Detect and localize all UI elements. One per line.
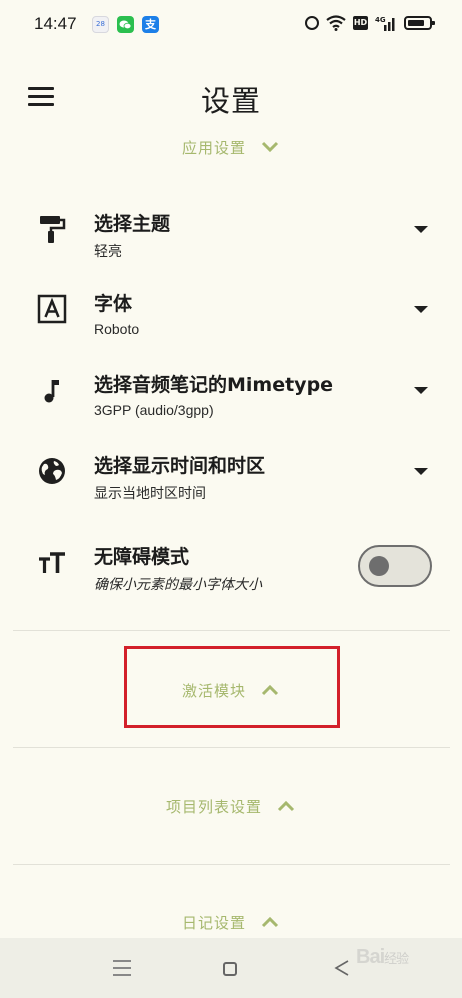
dropdown-arrow-icon[interactable] — [414, 306, 428, 313]
back-icon[interactable] — [334, 959, 350, 977]
setting-title: 选择主题 — [94, 213, 171, 235]
calendar-notification-icon: 28 — [92, 16, 109, 33]
setting-title: 无障碍模式 — [94, 546, 190, 568]
alarm-icon — [305, 16, 319, 30]
battery-icon — [404, 16, 435, 30]
section-label: 应用设置 — [181, 138, 246, 157]
accessibility-toggle[interactable] — [358, 545, 432, 587]
watermark-suffix: 经验 — [384, 951, 409, 966]
dropdown-arrow-icon[interactable] — [414, 387, 428, 394]
setting-value: 3GPP (audio/3gpp) — [94, 402, 214, 418]
watermark-text: Bai — [356, 946, 385, 968]
divider — [13, 630, 450, 631]
network-type-label: 4G — [375, 16, 386, 24]
setting-title: 选择显示时间和时区 — [94, 455, 266, 477]
signal-icon: 4G — [375, 16, 395, 31]
setting-audio-mimetype[interactable]: 选择音频笔记的Mimetype 3GPP (audio/3gpp) — [0, 364, 462, 436]
setting-value: 显示当地时区时间 — [94, 485, 206, 501]
recents-icon[interactable] — [113, 960, 131, 976]
setting-font[interactable]: 字体 Roboto — [0, 283, 462, 355]
status-bar: 14:47 28 支 HD 4G — [0, 0, 462, 52]
music-note-icon — [44, 380, 59, 403]
setting-title: 选择音频笔记的Mimetype — [94, 374, 334, 396]
setting-title: 字体 — [94, 293, 133, 315]
divider — [13, 864, 450, 865]
section-header-diary-settings[interactable]: 日记设置 — [0, 902, 462, 942]
home-icon[interactable] — [223, 962, 237, 976]
dropdown-arrow-icon[interactable] — [414, 226, 428, 233]
chevron-down-icon — [261, 141, 279, 153]
status-icons: HD 4G — [305, 15, 435, 31]
setting-theme[interactable]: 选择主题 轻亮 — [0, 203, 462, 275]
highlight-box — [124, 646, 340, 728]
page-title: 设置 — [200, 84, 261, 118]
section-header-project-list-settings[interactable]: 项目列表设置 — [0, 786, 462, 826]
dropdown-arrow-icon[interactable] — [414, 468, 428, 475]
alipay-notification-icon: 支 — [142, 16, 159, 33]
toggle-knob — [369, 556, 389, 576]
wifi-icon — [326, 15, 346, 31]
text-size-icon — [39, 552, 65, 573]
hd-icon: HD — [353, 16, 368, 30]
chevron-up-icon — [277, 800, 295, 812]
setting-description: 确保小元素的最小字体大小 — [94, 577, 262, 593]
divider — [13, 747, 450, 748]
setting-value: 轻亮 — [94, 243, 122, 259]
setting-value: Roboto — [94, 321, 140, 337]
setting-timezone[interactable]: 选择显示时间和时区 显示当地时区时间 — [0, 445, 462, 517]
status-time: 14:47 — [34, 14, 77, 33]
wechat-notification-icon — [117, 16, 134, 33]
chevron-up-icon — [261, 916, 279, 928]
watermark: Bai经验 — [356, 946, 409, 969]
section-label: 项目列表设置 — [165, 797, 262, 816]
globe-icon — [39, 458, 65, 484]
font-icon — [37, 294, 67, 324]
paint-roller-icon — [40, 216, 66, 243]
section-header-app-settings[interactable]: 应用设置 — [0, 127, 462, 167]
section-label: 日记设置 — [181, 913, 246, 932]
